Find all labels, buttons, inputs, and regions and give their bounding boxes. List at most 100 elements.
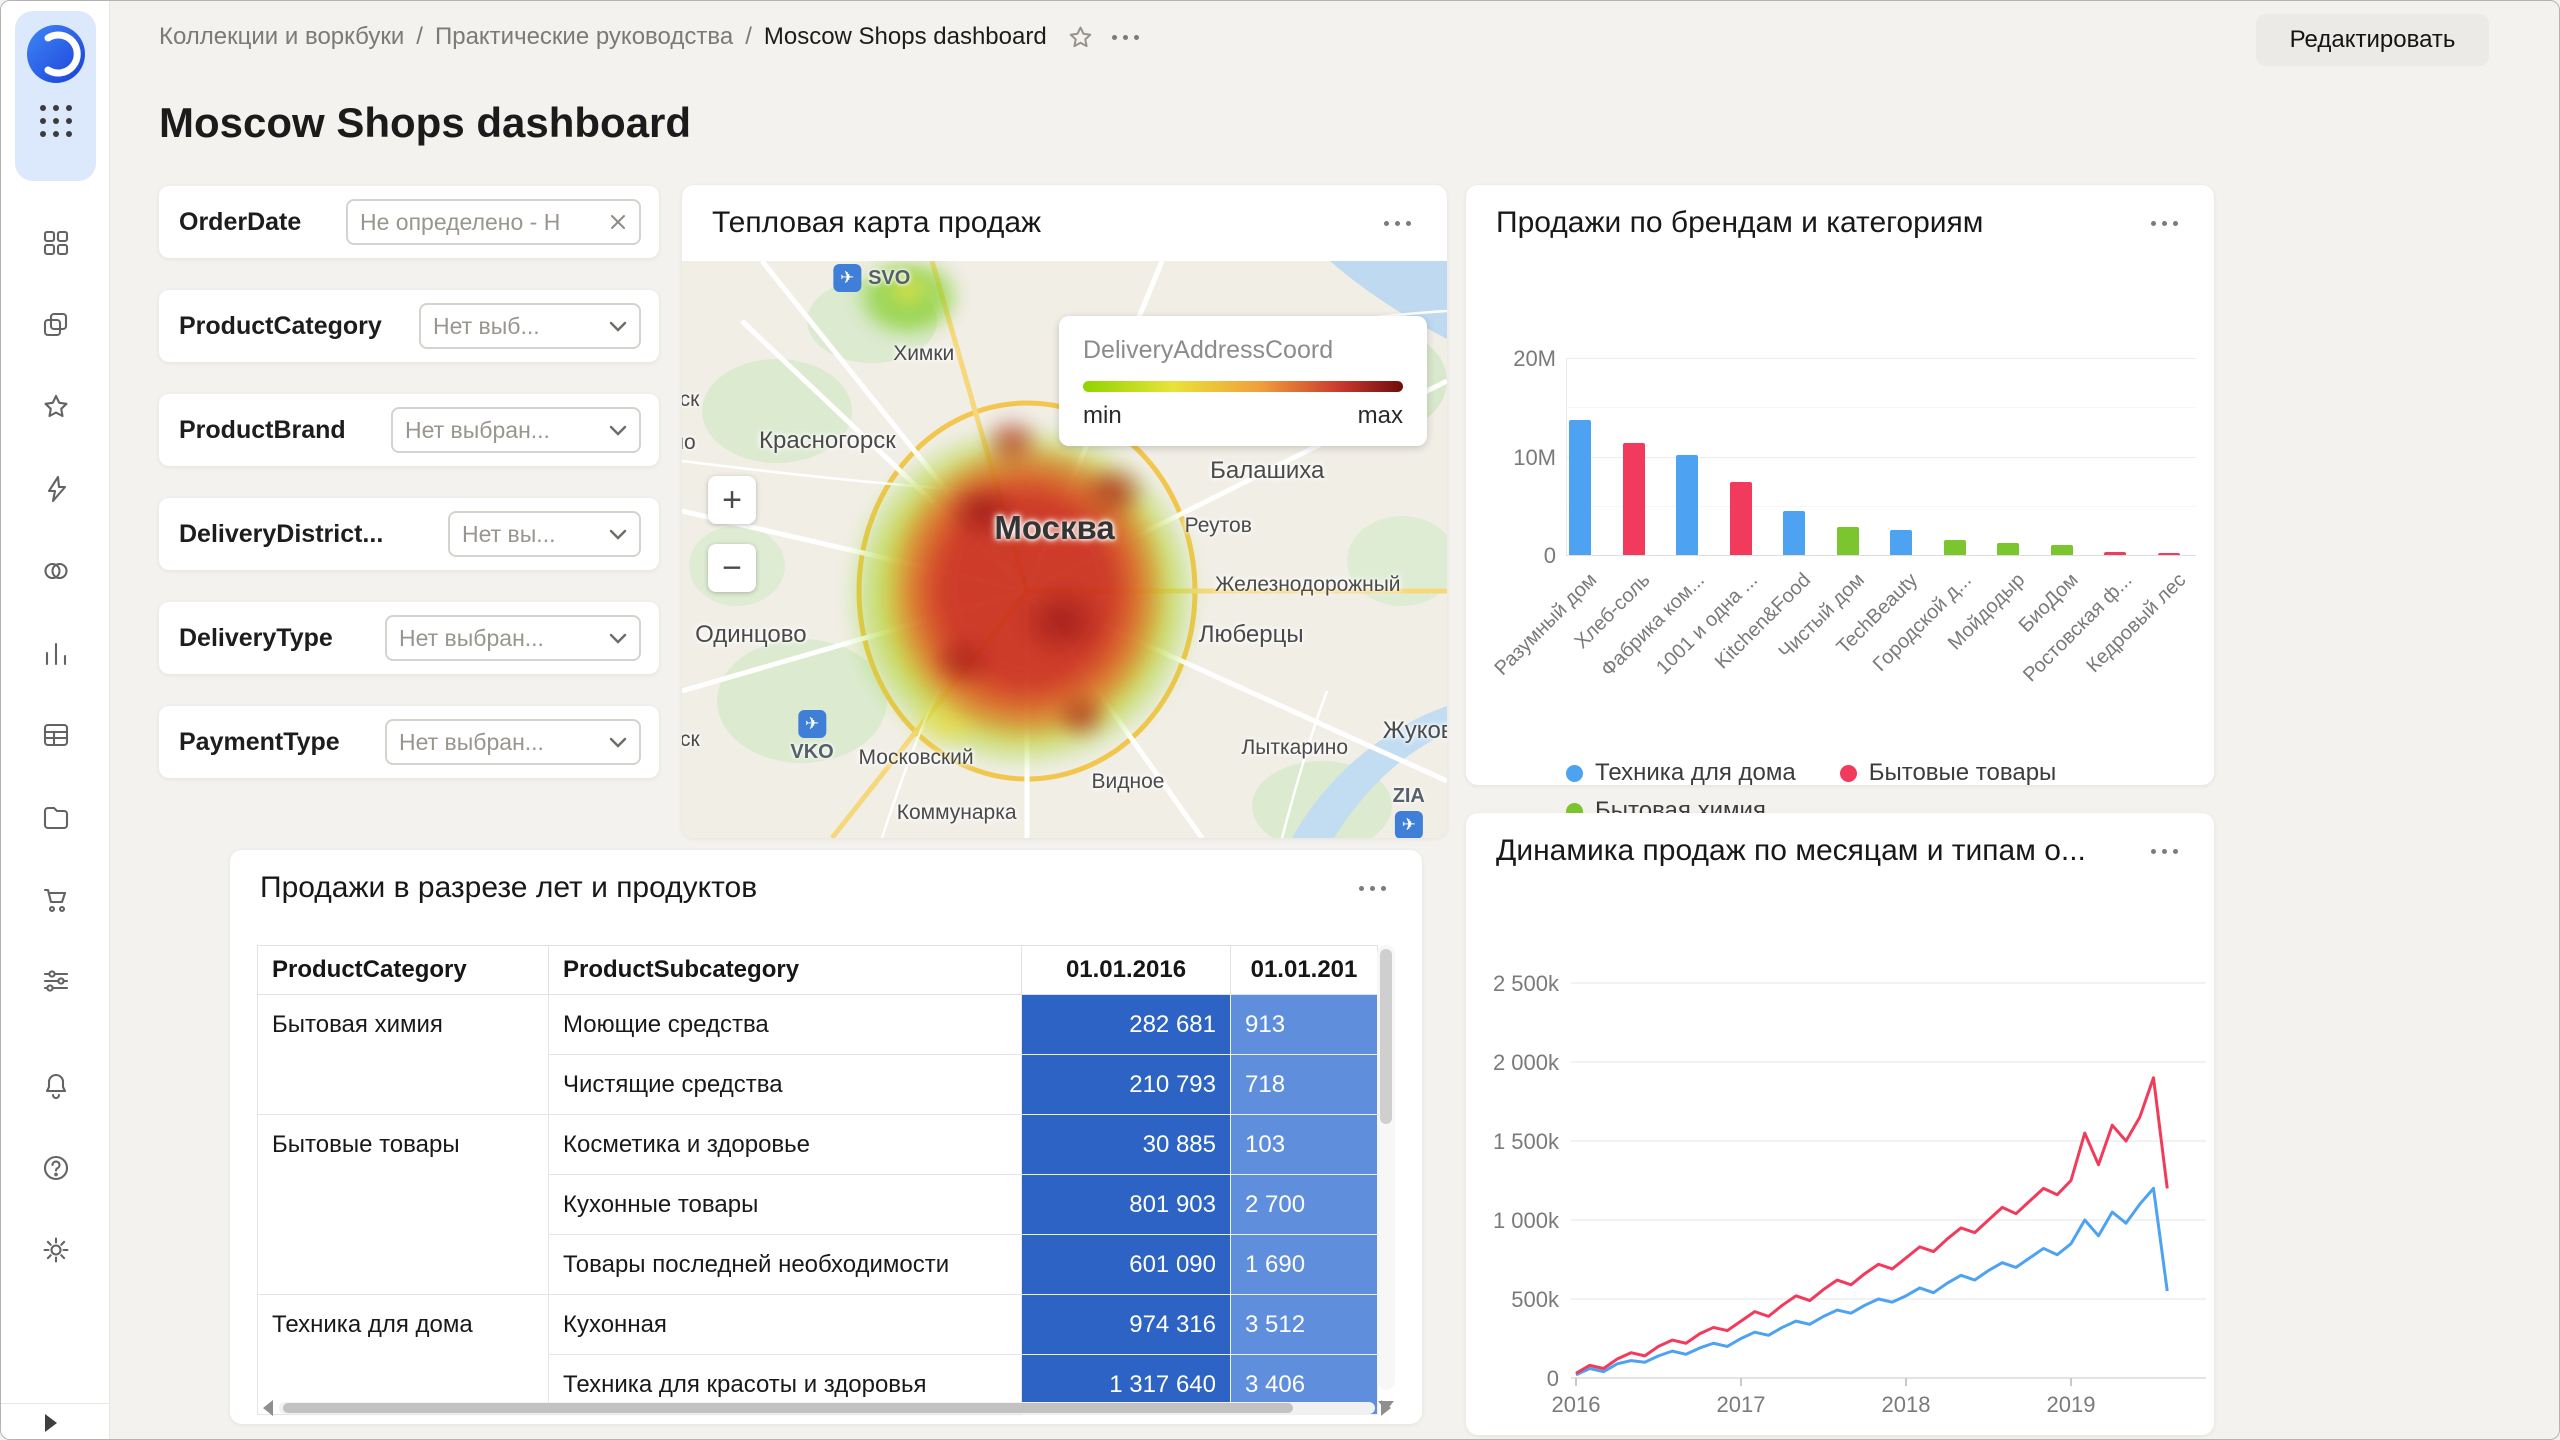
value-2016-cell: 974 316 (1022, 1295, 1231, 1355)
dashboards-icon[interactable] (39, 226, 73, 260)
marketplace-icon[interactable] (39, 882, 73, 916)
heatmap-panel-more-icon[interactable] (1378, 215, 1417, 232)
chevron-down-icon (609, 633, 627, 644)
breadcrumb-more-icon[interactable] (1106, 29, 1145, 46)
settings-icon[interactable] (39, 1233, 73, 1267)
help-icon[interactable] (39, 1151, 73, 1185)
filter-orderdate: OrderDate Не определено - Н (159, 186, 659, 258)
breadcrumb-current: Moscow Shops dashboard (764, 23, 1047, 51)
value-2017-cell: 913 (1231, 995, 1378, 1055)
bar[interactable] (1997, 543, 2019, 555)
bar[interactable] (1623, 443, 1645, 555)
datasets-icon[interactable] (39, 718, 73, 752)
scroll-right-button[interactable] (1375, 1399, 1397, 1417)
storage-icon[interactable] (39, 800, 73, 834)
legend-item-household-goods[interactable]: Бытовые товары (1840, 759, 2057, 787)
bar[interactable] (1837, 527, 1859, 555)
zoom-in-button[interactable]: + (708, 476, 756, 524)
bar[interactable] (1676, 455, 1698, 555)
favorites-icon[interactable] (39, 390, 73, 424)
breadcrumb-guides[interactable]: Практические руководства (435, 23, 733, 51)
category-cell: Бытовые товары (258, 1115, 549, 1295)
bar[interactable] (2051, 545, 2073, 555)
table-row: Бытовая химияМоющие средства282 681913 (258, 995, 1378, 1055)
sales-table: ProductCategory ProductSubcategory 01.01… (257, 945, 1378, 1415)
notifications-icon[interactable] (39, 1069, 73, 1103)
bar[interactable] (1944, 540, 1966, 555)
datalens-logo[interactable] (27, 25, 85, 83)
heatmap-panel-title: Тепловая карта продаж (712, 206, 1041, 240)
orderdate-input[interactable]: Не определено - Н (346, 199, 641, 245)
sales-table-title: Продажи в разрезе лет и продуктов (260, 871, 757, 905)
logo-area (15, 11, 96, 181)
charts-icon[interactable] (39, 636, 73, 670)
productbrand-select[interactable]: Нет выбран... (391, 407, 641, 453)
subcategory-cell: Чистящие средства (549, 1055, 1022, 1115)
chevron-down-icon (609, 737, 627, 748)
line-series (1576, 1188, 2167, 1374)
filter-label: PaymentType (179, 728, 340, 757)
bar[interactable] (1890, 530, 1912, 555)
zoom-out-button[interactable]: − (708, 544, 756, 592)
monthly-dynamics-more-icon[interactable] (2145, 843, 2184, 860)
arrow-left-icon (263, 1400, 273, 1416)
brand-sales-title: Продажи по брендам и категориям (1496, 206, 1983, 240)
services-icon[interactable] (39, 964, 73, 998)
productcategory-select[interactable]: Нет выб... (419, 303, 641, 349)
value-2017-cell: 718 (1231, 1055, 1378, 1115)
heatmap-legend-max: max (1358, 402, 1403, 430)
paymenttype-select[interactable]: Нет выбран... (385, 719, 641, 765)
category-cell: Техника для дома (258, 1295, 549, 1415)
clear-icon[interactable] (609, 213, 627, 231)
table-scrollbar-horizontal[interactable] (257, 1399, 1397, 1417)
filter-label: OrderDate (179, 208, 301, 237)
arrow-right-icon (1381, 1400, 1391, 1416)
value-2016-cell: 30 885 (1022, 1115, 1231, 1175)
favorite-star-icon[interactable] (1067, 24, 1094, 51)
table-scrollbar-vertical[interactable] (1377, 945, 1395, 1390)
heatmap-legend-min: min (1083, 402, 1122, 430)
filter-paymenttype: PaymentType Нет выбран... (159, 706, 659, 778)
filter-label: ProductBrand (179, 416, 346, 445)
breadcrumb: Коллекции и воркбуки / Практические руко… (159, 23, 1145, 51)
col-2017: 01.01.201 (1231, 946, 1378, 995)
workbooks-icon[interactable] (39, 308, 73, 342)
filter-productcategory: ProductCategory Нет выб... (159, 290, 659, 362)
bar[interactable] (1783, 511, 1805, 555)
page-title: Moscow Shops dashboard (159, 99, 691, 147)
sidebar (1, 1, 110, 1440)
scrollbar-thumb[interactable] (1380, 949, 1392, 1124)
filter-deliverytype: DeliveryType Нет выбран... (159, 602, 659, 674)
line-chart[interactable]: 2 500k2 000k1 500k1 000k500k0 2016201720… (1466, 889, 2214, 1435)
heatmap-canvas[interactable]: ХимкиКрасногорскМоскваБалашихаРеутовЖеле… (682, 261, 1447, 838)
breadcrumb-separator: / (745, 23, 752, 51)
scrollbar-track[interactable] (279, 1402, 1375, 1414)
brand-sales-more-icon[interactable] (2145, 215, 2184, 232)
deliverytype-select[interactable]: Нет выбран... (385, 615, 641, 661)
bar-chart[interactable]: 20M10M0 Разумный домХлеб-сольФабрика ком… (1466, 261, 2214, 785)
value-2016-cell: 601 090 (1022, 1235, 1231, 1295)
breadcrumb-separator: / (416, 23, 423, 51)
breadcrumb-collections[interactable]: Коллекции и воркбуки (159, 23, 404, 51)
table-row: Бытовые товарыКосметика и здоровье30 885… (258, 1115, 1378, 1175)
edit-button[interactable]: Редактировать (2256, 14, 2489, 66)
chevron-down-icon (609, 425, 627, 436)
scroll-left-button[interactable] (257, 1399, 279, 1417)
filter-deliverydistrict: DeliveryDistrict... Нет вы... (159, 498, 659, 570)
sales-table-more-icon[interactable] (1353, 880, 1392, 897)
bar[interactable] (1569, 420, 1591, 555)
editor-icon[interactable] (39, 472, 73, 506)
deliverydistrict-select[interactable]: Нет вы... (448, 511, 641, 557)
monthly-dynamics-title: Динамика продаж по месяцам и типам о... (1496, 834, 2086, 868)
bar-x-labels: Разумный домХлеб-сольФабрика ком...1001 … (1566, 555, 2196, 725)
sidebar-collapse[interactable] (1, 1403, 110, 1440)
line-series (1576, 1078, 2167, 1373)
connections-icon[interactable] (39, 554, 73, 588)
series-color-dot (1840, 765, 1857, 782)
scrollbar-thumb[interactable] (283, 1403, 1293, 1413)
bar[interactable] (1730, 482, 1752, 555)
monthly-dynamics-panel: Динамика продаж по месяцам и типам о... … (1466, 813, 2214, 1435)
legend-item-tech[interactable]: Техника для дома (1566, 759, 1796, 787)
apps-grid-icon[interactable] (40, 105, 72, 137)
chevron-down-icon (609, 529, 627, 540)
